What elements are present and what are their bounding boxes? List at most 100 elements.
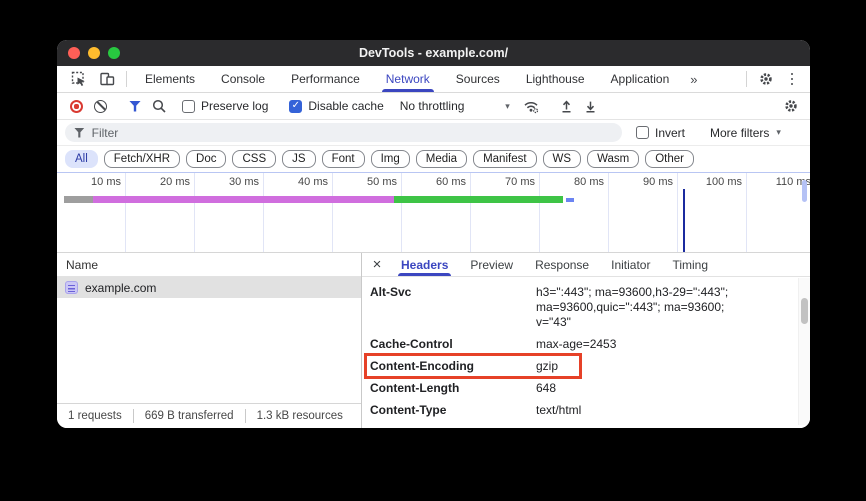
type-filter-pill[interactable]: Img: [371, 150, 410, 168]
network-overview-timeline[interactable]: 10 ms20 ms30 ms40 ms50 ms60 ms70 ms80 ms…: [57, 172, 810, 253]
network-summary-bar: 1 requests669 B transferred1.3 kB resour…: [57, 403, 361, 428]
tick-label: 110 ms: [747, 173, 810, 252]
tick-label: 70 ms: [471, 173, 540, 252]
header-row[interactable]: Content-Encoding gzip: [362, 355, 810, 377]
import-har-button[interactable]: [555, 95, 579, 117]
pill-label: All: [75, 153, 88, 165]
filter-input[interactable]: [92, 126, 613, 140]
name-column-header[interactable]: Name: [57, 253, 361, 277]
header-row[interactable]: Cache-Control max-age=2453: [362, 333, 810, 355]
dom-content-loaded-marker: [683, 189, 685, 252]
type-filter-pill[interactable]: CSS: [232, 150, 276, 168]
pill-label: Font: [332, 153, 355, 165]
inspect-element-button[interactable]: [65, 66, 93, 92]
details-tab[interactable]: Preview: [459, 253, 524, 276]
title-bar[interactable]: DevTools - example.com/: [57, 40, 810, 66]
details-tab[interactable]: Response: [524, 253, 600, 276]
header-name: Cache-Control: [370, 337, 536, 352]
more-filters-label: More filters: [710, 126, 769, 140]
main-tab[interactable]: Elements: [132, 66, 208, 92]
type-filter-pill[interactable]: Fetch/XHR: [104, 150, 180, 168]
main-tab[interactable]: Console: [208, 66, 278, 92]
request-row[interactable]: example.com: [57, 277, 361, 298]
details-tab[interactable]: Timing: [661, 253, 719, 276]
main-tab[interactable]: Sources: [443, 66, 513, 92]
search-button[interactable]: [147, 95, 171, 117]
header-name: Alt-Svc: [370, 285, 536, 300]
overview-scrollbar-thumb[interactable]: [802, 180, 807, 202]
type-filter-pill[interactable]: Media: [416, 150, 467, 168]
header-value: 648: [536, 381, 798, 396]
header-name: Content-Length: [370, 381, 536, 396]
funnel-icon: [129, 101, 141, 112]
type-filter-pill[interactable]: Font: [322, 150, 365, 168]
export-har-button[interactable]: [579, 95, 603, 117]
tab-label: Sources: [456, 72, 500, 86]
waterfall-segment: [64, 196, 93, 203]
summary-item: 669 B transferred: [133, 409, 245, 423]
invert-label[interactable]: Invert: [655, 126, 685, 140]
traffic-light-button[interactable]: [68, 47, 80, 59]
record-network-log-button[interactable]: [64, 95, 88, 117]
tab-label: Elements: [145, 72, 195, 86]
invert-checkbox[interactable]: [636, 126, 649, 139]
more-tabs-button[interactable]: »: [682, 66, 705, 92]
details-tab[interactable]: Headers: [390, 253, 459, 276]
main-tabs: Elements Console PerformanceNetwork Sources…: [132, 66, 682, 92]
preserve-log-label[interactable]: Preserve log: [201, 99, 268, 113]
type-filter-pill[interactable]: WS: [543, 150, 582, 168]
type-filter-pill[interactable]: JS: [282, 150, 315, 168]
type-filter-pill[interactable]: Other: [645, 150, 694, 168]
type-filter-pill[interactable]: Doc: [186, 150, 226, 168]
traffic-light-button[interactable]: [88, 47, 100, 59]
header-name: Content-Encoding: [370, 359, 536, 374]
details-tab[interactable]: Initiator: [600, 253, 661, 276]
network-panel-split: Name example.com 1 requests669 B transfe…: [57, 253, 810, 428]
type-filter-pill[interactable]: All: [65, 150, 98, 168]
type-filter-pill[interactable]: Wasm: [587, 150, 639, 168]
disable-cache-label[interactable]: Disable cache: [308, 99, 383, 113]
pill-label: Img: [381, 153, 400, 165]
filter-toggle-button[interactable]: [123, 95, 147, 117]
resource-type-filters: All Fetch/XHR Doc CSS JS Font Img Media Manifest…: [57, 146, 810, 172]
details-scrollbar-thumb[interactable]: [801, 298, 808, 324]
close-details-button[interactable]: ×: [364, 253, 390, 276]
tabbar-right-controls: [741, 66, 810, 92]
network-settings-button[interactable]: [779, 95, 803, 117]
throttling-value: No throttling: [400, 99, 465, 113]
pill-label: Other: [655, 153, 684, 165]
header-row[interactable]: Alt-Svc h3=":443"; ma=93600,h3-29=":443"…: [362, 281, 810, 333]
network-conditions-button[interactable]: [520, 95, 544, 117]
details-scrollbar-track[interactable]: [798, 278, 810, 425]
summary-item: 1.3 kB resources: [245, 409, 354, 423]
customize-devtools-button[interactable]: [780, 66, 804, 92]
main-tab[interactable]: Application: [598, 66, 683, 92]
request-details-panel: × HeadersPreviewResponseInitiatorTiming …: [362, 253, 810, 428]
throttling-dropdown[interactable]: No throttling ▾: [394, 99, 516, 113]
main-tab[interactable]: Lighthouse: [513, 66, 598, 92]
more-filters-dropdown[interactable]: More filters ▾: [706, 126, 785, 140]
type-filter-pill[interactable]: Manifest: [473, 150, 536, 168]
request-name: example.com: [85, 281, 156, 295]
preserve-log-checkbox[interactable]: [182, 100, 195, 113]
main-tab[interactable]: Network: [373, 66, 443, 92]
traffic-light-button[interactable]: [108, 47, 120, 59]
network-toolbar: Preserve log ✓ Disable cache No throttli…: [57, 93, 810, 120]
clear-network-log-button[interactable]: [88, 95, 112, 117]
tab-label: Console: [221, 72, 265, 86]
device-toolbar-button[interactable]: [93, 66, 121, 92]
funnel-icon: [74, 128, 85, 138]
settings-button[interactable]: [752, 66, 780, 92]
disable-cache-checkbox[interactable]: ✓: [289, 100, 302, 113]
header-row[interactable]: Content-Length 648: [362, 377, 810, 399]
tick-label: 80 ms: [540, 173, 609, 252]
details-tab-label: Headers: [401, 258, 448, 272]
tick-label: 30 ms: [195, 173, 264, 252]
header-row[interactable]: Content-Type text/html: [362, 399, 810, 421]
tab-label: Lighthouse: [526, 72, 585, 86]
details-tab-label: Response: [535, 258, 589, 272]
main-tab[interactable]: Performance: [278, 66, 373, 92]
traffic-lights: [68, 47, 120, 59]
tick-label: 100 ms: [678, 173, 747, 252]
header-name: Content-Type: [370, 403, 536, 418]
